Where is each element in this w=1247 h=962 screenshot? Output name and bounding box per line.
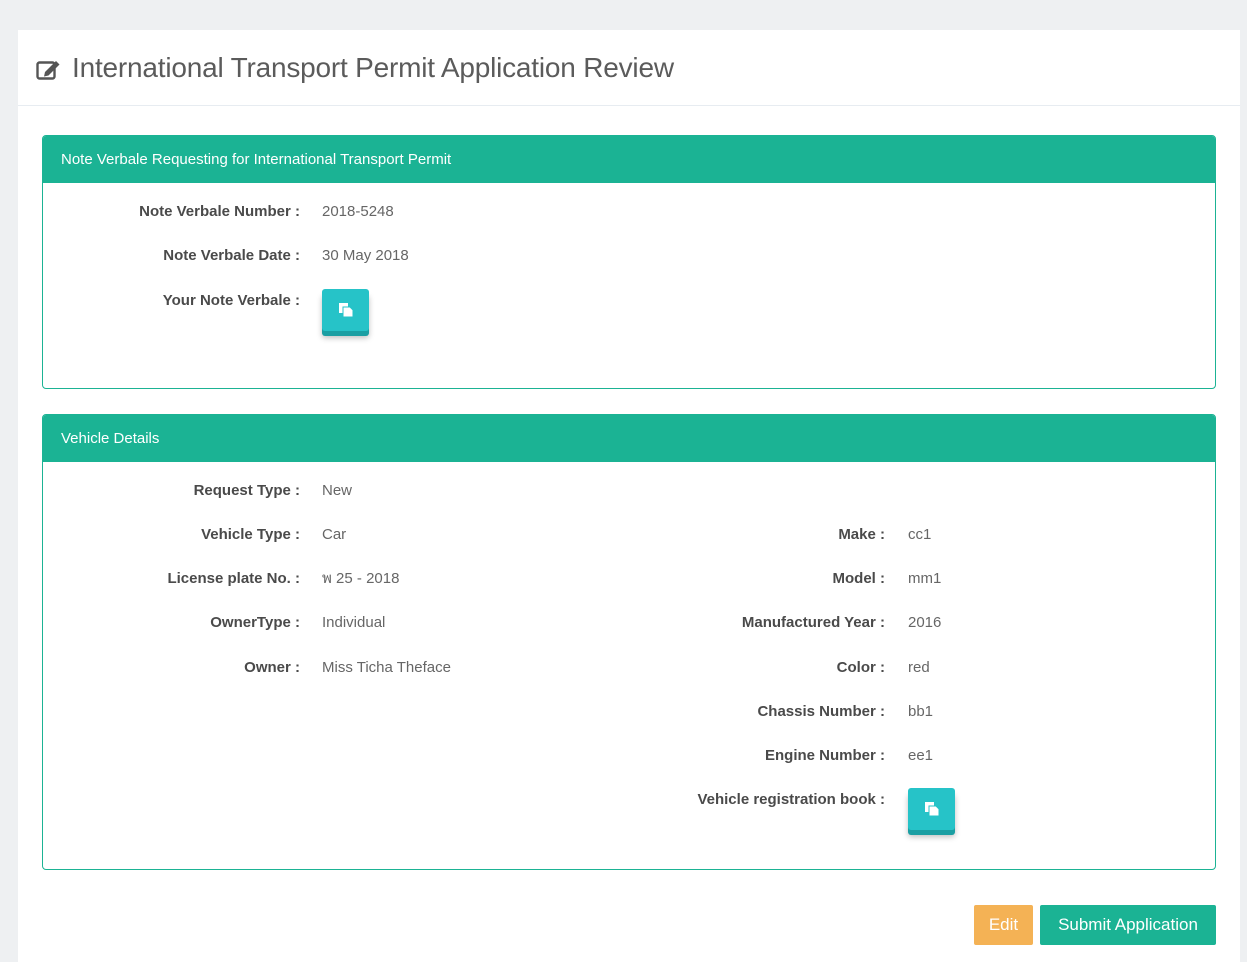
engine-number-value: ee1 <box>908 747 934 764</box>
edit-icon <box>36 59 62 81</box>
vehicle-registration-book-label: Vehicle registration book : <box>697 791 885 808</box>
note-verbale-panel: Note Verbale Requesting for Internationa… <box>42 135 1216 389</box>
note-verbale-date-value: 30 May 2018 <box>322 247 409 264</box>
page-title: International Transport Permit Applicati… <box>72 52 674 83</box>
engine-number-label: Engine Number : <box>764 747 885 764</box>
make-value: cc1 <box>908 526 932 543</box>
model-label: Model : <box>832 570 886 587</box>
note-verbale-date-label: Note Verbale Date : <box>163 247 300 264</box>
portlet-header: International Transport Permit Applicati… <box>18 30 1240 106</box>
owner-type-value: Individual <box>322 614 386 631</box>
review-portlet: International Transport Permit Applicati… <box>18 30 1240 962</box>
note-verbale-number-label: Note Verbale Number : <box>139 203 300 220</box>
manufactured-year-label: Manufactured Year : <box>741 614 885 631</box>
owner-value: Miss Ticha Theface <box>322 659 451 676</box>
vehicle-type-label: Vehicle Type : <box>201 526 300 543</box>
vehicle-registration-book-button[interactable] <box>908 788 955 830</box>
make-label: Make : <box>838 526 885 543</box>
vehicle-type-value: Car <box>322 526 347 543</box>
model-value: mm1 <box>908 570 942 587</box>
vehicle-details-panel-heading: Vehicle Details <box>43 415 1215 462</box>
owner-label: Owner : <box>244 659 300 676</box>
document-icon <box>925 802 940 817</box>
vehicle-details-panel: Vehicle Details Request Type : New Vehic… <box>42 414 1216 870</box>
request-type-label: Request Type : <box>193 482 300 499</box>
note-verbale-panel-heading: Note Verbale Requesting for Internationa… <box>43 136 1215 183</box>
your-note-verbale-label: Your Note Verbale : <box>162 292 300 309</box>
note-verbale-number-value: 2018-5248 <box>322 203 394 220</box>
license-plate-label: License plate No. : <box>167 570 300 587</box>
note-verbale-document-button[interactable] <box>322 289 369 331</box>
license-plate-value: พ 25 - 2018 <box>322 570 400 587</box>
chassis-number-label: Chassis Number : <box>757 703 885 720</box>
chassis-number-value: bb1 <box>908 703 934 720</box>
owner-type-label: OwnerType : <box>210 614 300 631</box>
document-icon <box>339 303 354 318</box>
submit-application-button[interactable]: Submit Application <box>1040 905 1216 945</box>
color-value: red <box>908 659 930 676</box>
manufactured-year-value: 2016 <box>908 614 942 631</box>
color-label: Color : <box>836 659 885 676</box>
edit-button[interactable]: Edit <box>974 905 1033 945</box>
request-type-value: New <box>322 482 353 499</box>
